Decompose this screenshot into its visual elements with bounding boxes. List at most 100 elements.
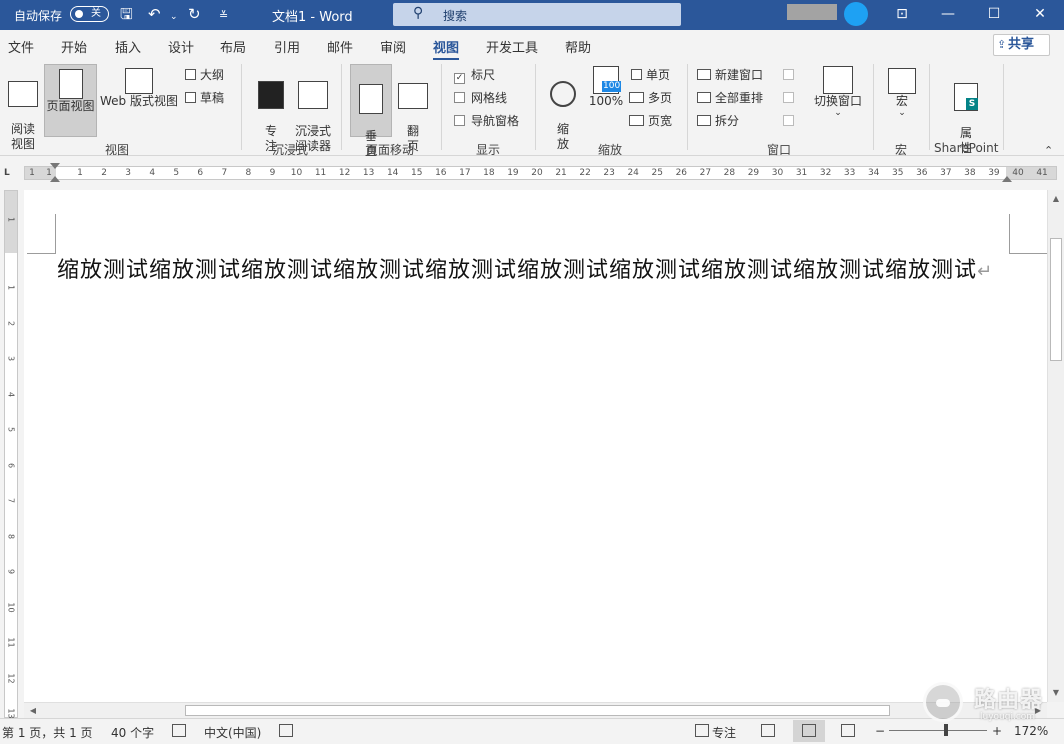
share-icon: ⇪ xyxy=(997,38,1007,51)
tab-references[interactable]: 引用 xyxy=(274,37,300,56)
sync-scroll-icon xyxy=(783,92,794,103)
view-side-by-side-button[interactable] xyxy=(783,67,798,83)
zoom-slider[interactable] xyxy=(889,730,987,731)
zoom-level[interactable]: 172% xyxy=(1014,724,1048,738)
print-layout-button[interactable]: 页面视图 xyxy=(44,64,97,137)
first-line-indent-marker[interactable] xyxy=(50,163,60,169)
ruler-number: 1 xyxy=(77,168,83,178)
read-mode-button[interactable]: 阅读 视图 xyxy=(4,66,42,151)
ruler-checkbox[interactable]: ✓ 标尺 xyxy=(454,67,495,84)
customize-qat-icon[interactable]: ≚ xyxy=(219,7,228,25)
vertical-ruler[interactable]: 1 1 2 3 4 5 6 7 8 9 10 11 12 13 xyxy=(4,190,18,719)
navigation-pane-checkbox[interactable]: 导航窗格 xyxy=(454,113,519,129)
menu-bar: 文件 开始 插入 设计 布局 引用 邮件 审阅 视图 开发工具 帮助 ⇪ 共享 xyxy=(0,30,1064,61)
tab-insert[interactable]: 插入 xyxy=(115,37,141,56)
right-indent-marker[interactable] xyxy=(1002,176,1012,182)
split-button[interactable]: 拆分 xyxy=(697,113,739,129)
tab-review[interactable]: 审阅 xyxy=(380,37,406,56)
outline-button[interactable]: 大纲 xyxy=(185,67,224,83)
synchronous-scrolling-button[interactable] xyxy=(783,90,798,106)
minimize-icon[interactable]: — xyxy=(926,4,970,24)
horizontal-ruler[interactable]: L 1 1 1 2 3 4 5 6 7 8 9 10 11 12 13 14 15 16 17 18 19 20 21 22 2… xyxy=(0,162,1064,184)
page-width-button[interactable]: 页宽 xyxy=(629,113,672,129)
close-icon[interactable]: ✕ xyxy=(1018,4,1062,24)
word-count[interactable]: 40 个字 xyxy=(111,724,154,741)
multiple-pages-button[interactable]: 多页 xyxy=(629,90,672,106)
properties-button[interactable]: S 属 性 xyxy=(950,68,982,155)
macros-icon xyxy=(888,68,916,94)
zoom-in-button[interactable]: + xyxy=(992,724,1002,738)
new-window-button[interactable]: 新建窗口 xyxy=(697,67,763,83)
page-count[interactable]: 第 1 页，共 1 页 xyxy=(2,724,93,741)
one-page-button[interactable]: 单页 xyxy=(631,67,670,83)
vertical-button[interactable]: 垂 直 xyxy=(350,64,392,158)
ruler-number: 34 xyxy=(867,168,880,178)
web-layout-view-icon[interactable] xyxy=(841,724,855,737)
zoom-slider-thumb[interactable] xyxy=(944,724,948,736)
reset-window-position-button[interactable] xyxy=(783,113,798,129)
switch-windows-button[interactable]: 切换窗口 ⌄ xyxy=(811,66,865,136)
tab-design[interactable]: 设计 xyxy=(168,37,194,56)
avatar[interactable] xyxy=(844,2,868,26)
collapse-ribbon-icon[interactable]: ⌃ xyxy=(1044,144,1053,157)
draft-button[interactable]: 草稿 xyxy=(185,90,224,106)
redo-icon[interactable]: ↻ xyxy=(188,5,201,23)
horizontal-scrollbar[interactable]: ◀ ▶ xyxy=(24,702,1047,718)
macros-button[interactable]: 宏 ⌄ xyxy=(884,68,920,138)
vertical-scroll-thumb[interactable] xyxy=(1050,238,1062,361)
watermark-name: 路由器 xyxy=(974,688,1044,713)
maximize-icon[interactable]: ☐ xyxy=(972,4,1016,24)
separator xyxy=(241,64,242,150)
side-to-side-button[interactable]: 翻 页 xyxy=(396,68,430,153)
router-logo-icon xyxy=(923,682,963,722)
account-name[interactable] xyxy=(787,4,837,20)
accessibility-icon[interactable] xyxy=(279,724,293,737)
vertical-scrollbar[interactable]: ▲ ▼ xyxy=(1047,190,1064,702)
tab-layout[interactable]: 布局 xyxy=(220,37,246,56)
ruler-number: 9 xyxy=(269,168,276,178)
vertical-ruler-number: 4 xyxy=(6,391,16,397)
save-icon[interactable]: 🖫 xyxy=(120,5,133,23)
focus-mode-label[interactable]: 专注 xyxy=(712,724,736,741)
ruler-number: 35 xyxy=(892,168,904,178)
undo-icon[interactable]: ↶ xyxy=(148,5,161,23)
ruler-track[interactable]: 1 1 1 2 3 4 5 6 7 8 9 10 11 12 13 14 15 16 17 18 19 20 21 22 23 2… xyxy=(24,166,1057,180)
tab-help[interactable]: 帮助 xyxy=(565,37,591,56)
immersive-reader-button[interactable]: 沉浸式 阅读器 xyxy=(292,66,334,153)
zoom-group-label: 缩放 xyxy=(598,143,623,157)
proofing-icon[interactable] xyxy=(172,724,186,737)
tab-view[interactable]: 视图 xyxy=(433,37,460,61)
scroll-left-icon[interactable]: ◀ xyxy=(26,703,40,718)
show-group-label: 显示 xyxy=(476,143,501,157)
read-mode-view-icon[interactable] xyxy=(761,724,775,737)
search-box[interactable]: ⚲ 搜索 xyxy=(393,3,681,26)
ribbon-display-options-icon[interactable]: ⊡ xyxy=(880,4,924,24)
ruler-number: 30 xyxy=(771,168,784,178)
horizontal-scroll-thumb[interactable] xyxy=(185,705,890,716)
share-button[interactable]: ⇪ 共享 xyxy=(993,34,1050,56)
document-body[interactable]: 缩放测试缩放测试缩放测试缩放测试缩放测试缩放测试缩放测试缩放测试缩放测试缩放测试… xyxy=(57,252,1017,290)
focus-button[interactable]: 专 注 xyxy=(255,66,287,153)
tab-developer[interactable]: 开发工具 xyxy=(486,37,538,56)
document-page[interactable]: 缩放测试缩放测试缩放测试缩放测试缩放测试缩放测试缩放测试缩放测试缩放测试缩放测试… xyxy=(24,190,1047,702)
focus-mode-icon[interactable] xyxy=(695,724,709,737)
print-layout-view-icon[interactable] xyxy=(802,724,816,737)
autosave-toggle[interactable]: 关 xyxy=(70,6,109,22)
vertical-ruler-number: 1 xyxy=(6,216,16,223)
tab-home[interactable]: 开始 xyxy=(61,37,87,56)
language[interactable]: 中文(中国) xyxy=(204,724,261,741)
tab-mailings[interactable]: 邮件 xyxy=(327,37,353,56)
arrange-all-button[interactable]: 全部重排 xyxy=(697,90,763,106)
page-width-icon xyxy=(629,115,644,126)
zoom-button[interactable]: 缩 放 xyxy=(545,66,581,151)
tab-selector[interactable]: L xyxy=(4,168,14,178)
gridlines-checkbox[interactable]: 网格线 xyxy=(454,90,507,106)
tab-file[interactable]: 文件 xyxy=(8,37,34,56)
zoom-out-button[interactable]: − xyxy=(875,724,885,738)
scroll-up-icon[interactable]: ▲ xyxy=(1048,192,1064,206)
undo-dropdown-icon[interactable]: ⌄ xyxy=(170,8,178,26)
paragraph-text[interactable]: 缩放测试缩放测试缩放测试缩放测试缩放测试缩放测试缩放测试缩放测试缩放测试缩放测试 xyxy=(57,258,977,283)
hanging-indent-marker[interactable] xyxy=(50,176,60,182)
web-layout-button[interactable]: Web 版式视图 xyxy=(98,68,180,128)
zoom-100-button[interactable]: 100 100% xyxy=(587,66,625,126)
